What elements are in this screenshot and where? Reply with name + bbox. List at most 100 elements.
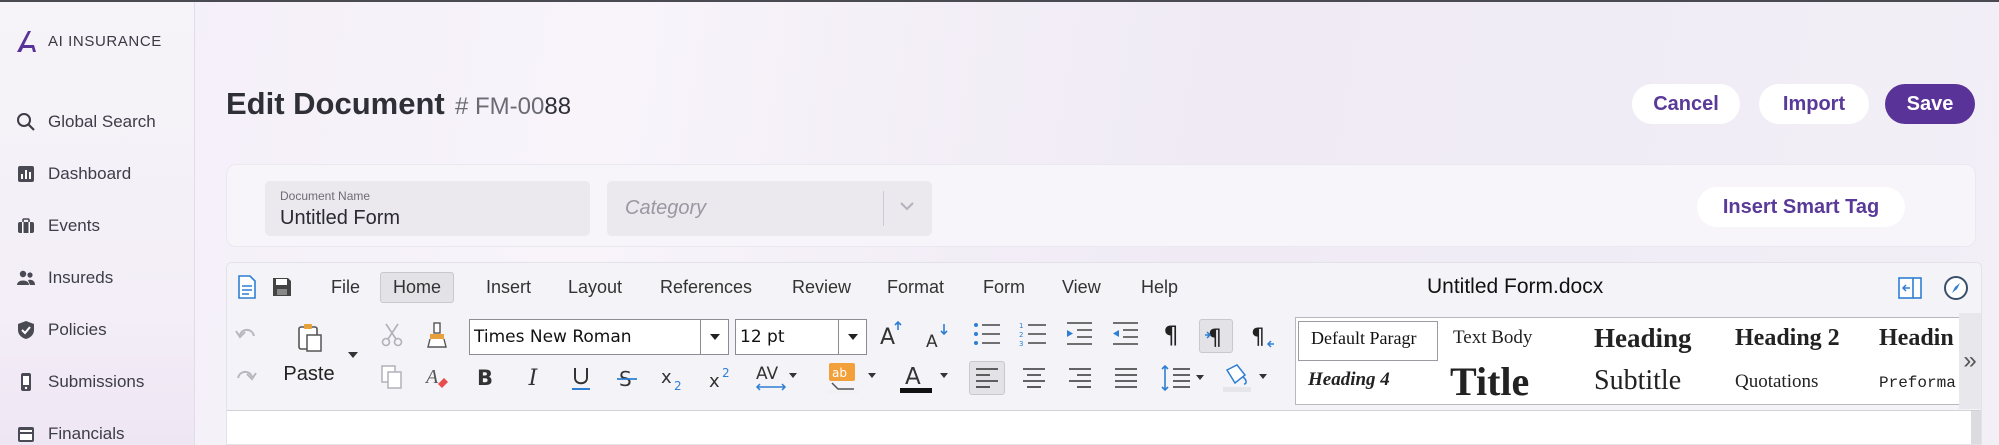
shrink-font-icon[interactable]: A bbox=[923, 321, 953, 351]
svg-text:A: A bbox=[880, 325, 895, 348]
import-button[interactable]: Import bbox=[1759, 84, 1869, 124]
character-spacing-icon[interactable]: AV bbox=[753, 361, 801, 393]
font-color-icon[interactable]: A bbox=[895, 361, 955, 395]
ribbon-scroll-right-button[interactable]: » bbox=[1959, 313, 1981, 409]
menu-help[interactable]: Help bbox=[1129, 272, 1190, 303]
sidebar-item-insureds[interactable]: Insureds bbox=[16, 268, 113, 288]
style-title[interactable]: Title bbox=[1450, 358, 1529, 404]
rtl-paragraph-button[interactable]: ¶ bbox=[1245, 319, 1279, 353]
svg-text:¶: ¶ bbox=[1208, 326, 1222, 349]
font-name-select[interactable]: Times New Roman bbox=[469, 319, 729, 355]
brand-logo[interactable]: AI INSURANCE bbox=[14, 28, 162, 54]
document-scrollbar[interactable] bbox=[1971, 411, 1981, 444]
ltr-paragraph-button[interactable]: ¶ bbox=[1199, 319, 1233, 353]
editor-menubar: File Home Insert Layout References Revie… bbox=[227, 263, 1981, 311]
users-icon bbox=[17, 270, 35, 285]
align-right-button[interactable] bbox=[1063, 361, 1097, 395]
font-size-value: 12 pt bbox=[740, 327, 785, 347]
sidebar-item-submissions[interactable]: Submissions bbox=[16, 372, 144, 392]
italic-button[interactable]: I bbox=[519, 363, 547, 393]
strikethrough-button[interactable]: S bbox=[613, 363, 641, 393]
decrease-indent-icon[interactable] bbox=[1109, 319, 1141, 349]
sidebar-item-label: Global Search bbox=[48, 112, 156, 131]
styles-gallery: Default Paragr Text Body Heading Heading… bbox=[1295, 317, 1965, 405]
sidebar-toggle-icon[interactable] bbox=[1897, 275, 1923, 301]
style-preformatted[interactable]: Preforma bbox=[1879, 374, 1956, 392]
underline-button[interactable] bbox=[567, 363, 595, 393]
file-title: Untitled Form.docx bbox=[1427, 275, 1604, 298]
grow-font-icon[interactable]: A bbox=[877, 319, 907, 349]
sidebar-item-label: Policies bbox=[48, 320, 107, 339]
clear-formatting-icon[interactable]: A bbox=[424, 363, 450, 391]
style-quotations[interactable]: Quotations bbox=[1735, 371, 1818, 393]
style-heading-3[interactable]: Headin bbox=[1879, 325, 1954, 352]
copy-icon[interactable] bbox=[379, 363, 405, 391]
sidebar-item-global-search[interactable]: Global Search bbox=[16, 112, 156, 132]
brand-name: AI INSURANCE bbox=[48, 32, 162, 50]
format-painter-icon[interactable] bbox=[424, 321, 450, 349]
svg-text:ab: ab bbox=[832, 366, 847, 380]
line-spacing-icon[interactable] bbox=[1159, 361, 1209, 395]
style-heading[interactable]: Heading bbox=[1594, 323, 1692, 354]
menu-home[interactable]: Home bbox=[380, 272, 455, 303]
numbered-list-icon[interactable]: 123 bbox=[1017, 319, 1049, 349]
menu-form[interactable]: Form bbox=[971, 272, 1037, 303]
insert-smart-tag-button[interactable]: Insert Smart Tag bbox=[1697, 187, 1905, 227]
highlight-color-icon[interactable]: ab bbox=[825, 361, 881, 395]
menu-review[interactable]: Review bbox=[780, 272, 863, 303]
style-heading-2[interactable]: Heading 2 bbox=[1735, 325, 1840, 352]
menu-references[interactable]: References bbox=[648, 272, 764, 303]
formatting-marks-button[interactable]: ¶ bbox=[1155, 319, 1187, 351]
svg-text:¶: ¶ bbox=[1251, 325, 1265, 350]
superscript-button[interactable]: x2 bbox=[707, 363, 737, 393]
save-button[interactable]: Save bbox=[1885, 84, 1975, 124]
menu-format[interactable]: Format bbox=[875, 272, 956, 303]
font-name-dropdown-icon[interactable] bbox=[700, 320, 728, 354]
bold-button[interactable]: B bbox=[471, 363, 499, 393]
chevron-down-icon[interactable] bbox=[898, 197, 916, 215]
increase-indent-icon[interactable] bbox=[1063, 319, 1095, 349]
paste-dropdown-icon[interactable] bbox=[347, 349, 359, 361]
justify-button[interactable] bbox=[1109, 361, 1143, 395]
menu-file[interactable]: File bbox=[319, 272, 372, 303]
home-ribbon: Paste A Times New Roman 12 pt A A B I S … bbox=[227, 311, 1981, 411]
sidebar-item-policies[interactable]: Policies bbox=[16, 320, 107, 340]
category-divider bbox=[883, 191, 884, 226]
paste-icon[interactable] bbox=[295, 323, 325, 353]
style-subtitle[interactable]: Subtitle bbox=[1594, 365, 1681, 397]
redo-icon[interactable] bbox=[233, 363, 259, 389]
menu-insert[interactable]: Insert bbox=[474, 272, 543, 303]
chart-icon bbox=[18, 166, 34, 182]
paragraph-background-icon[interactable] bbox=[1219, 361, 1273, 395]
style-heading-4[interactable]: Heading 4 bbox=[1308, 369, 1390, 391]
style-default-paragraph[interactable]: Default Paragr bbox=[1298, 321, 1438, 361]
undo-icon[interactable] bbox=[233, 321, 259, 347]
sidebar-item-financials[interactable]: Financials bbox=[16, 424, 125, 444]
subscript-button[interactable]: x2 bbox=[659, 363, 689, 393]
font-size-dropdown-icon[interactable] bbox=[838, 320, 866, 354]
font-size-select[interactable]: 12 pt bbox=[735, 319, 867, 355]
sidebar-item-label: Events bbox=[48, 216, 100, 235]
bullet-list-icon[interactable] bbox=[971, 319, 1003, 349]
category-select[interactable]: Category bbox=[607, 181, 932, 236]
style-text-body[interactable]: Text Body bbox=[1453, 327, 1532, 349]
menu-layout[interactable]: Layout bbox=[556, 272, 634, 303]
font-name-value: Times New Roman bbox=[474, 327, 632, 347]
align-center-button[interactable] bbox=[1017, 361, 1051, 395]
document-icon[interactable] bbox=[235, 274, 259, 300]
search-icon bbox=[17, 113, 35, 131]
sidebar-item-label: Submissions bbox=[48, 372, 145, 391]
document-name-value[interactable]: Untitled Form bbox=[280, 207, 400, 230]
align-left-button[interactable] bbox=[969, 361, 1005, 395]
sidebar-item-dashboard[interactable]: Dashboard bbox=[16, 164, 131, 184]
menu-view[interactable]: View bbox=[1050, 272, 1113, 303]
paste-button[interactable]: Paste bbox=[281, 359, 337, 389]
svg-text:2: 2 bbox=[1019, 331, 1023, 339]
save-icon[interactable] bbox=[271, 276, 293, 298]
document-name-field[interactable]: Document Name Untitled Form bbox=[265, 181, 590, 236]
sidebar-item-events[interactable]: Events bbox=[16, 216, 100, 236]
cancel-button[interactable]: Cancel bbox=[1632, 84, 1740, 124]
cut-icon[interactable] bbox=[379, 321, 405, 349]
navigator-icon[interactable] bbox=[1942, 274, 1970, 302]
sidebar-item-label: Financials bbox=[48, 424, 125, 443]
